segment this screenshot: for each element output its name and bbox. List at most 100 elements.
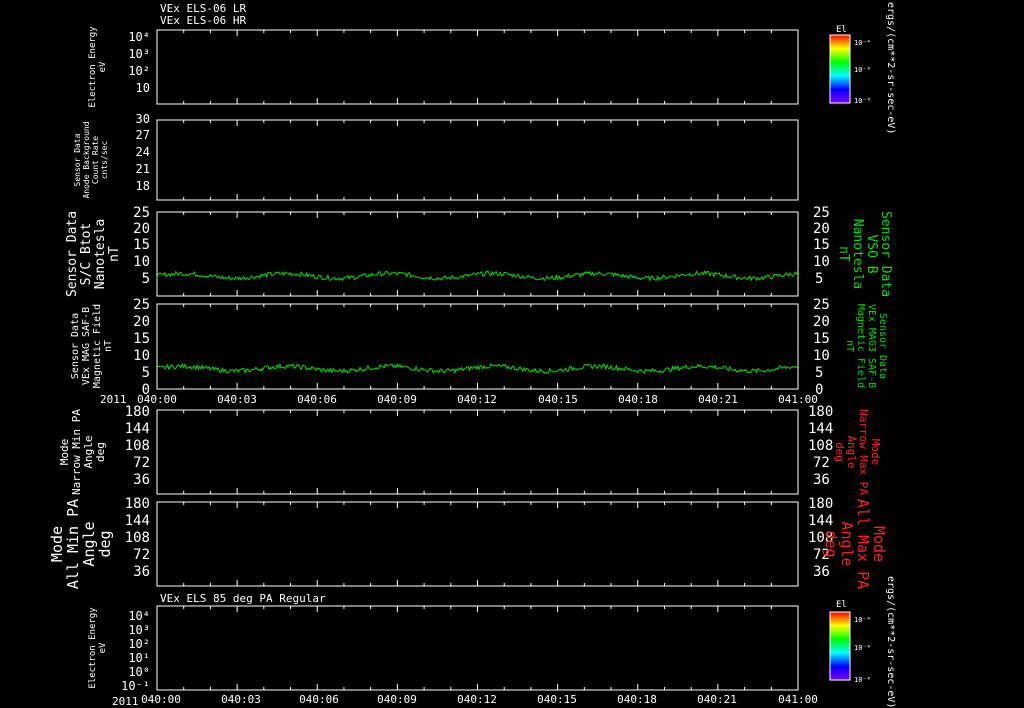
xtick-label: 040:03 bbox=[217, 393, 257, 406]
panel-5-ytick-label: 180 bbox=[125, 404, 150, 420]
panel-3-ylabel-line1: Sensor Data bbox=[65, 211, 80, 297]
panel-2-ylabel-line4: cnts/sec bbox=[100, 141, 109, 180]
panel-1-ytick-label: 10² bbox=[128, 64, 150, 78]
panel-4-y-ticks-right: 0 5 10 15 20 25 bbox=[813, 297, 830, 398]
panel-2-ytick-label: 27 bbox=[136, 128, 150, 142]
panel-4-ytick-label: 20 bbox=[133, 314, 150, 330]
panel-4-ytick-label: 5 bbox=[142, 365, 150, 381]
panel-3-ytick-right: 15 bbox=[813, 237, 830, 253]
panel-1-ytick-label: 10⁴ bbox=[128, 30, 150, 44]
panel-3-ylabel-right-line2: VSO B bbox=[864, 234, 879, 273]
panel-5-ytick-right: 144 bbox=[808, 421, 833, 437]
panel-2-ytick-label: 24 bbox=[136, 145, 150, 159]
xtick-label: 040:21 bbox=[697, 693, 737, 706]
panel-4-frame bbox=[156, 303, 799, 390]
panel-3-ytick-label: 15 bbox=[133, 237, 150, 253]
panel-3-ytick-label: 25 bbox=[133, 205, 150, 221]
panel-4-ylabel-right-line1: Sensor Data bbox=[877, 313, 888, 379]
panel-6-ytick-label: 72 bbox=[133, 547, 150, 563]
panel-3-ylabel-right: Sensor Data VSO B Nanotesla nT bbox=[836, 211, 893, 297]
colorbar-bottom-title: El bbox=[836, 600, 847, 610]
panel-7-ylabel-line1: Electron Energy bbox=[88, 607, 98, 689]
panel-2-ylabel-line3: Count Rate bbox=[91, 136, 100, 184]
panel-4-ylabel-right-line4: nT bbox=[844, 340, 855, 352]
year-label-bottom: 2011 bbox=[112, 695, 139, 708]
panel-1-ylabel: Electron Energy eV bbox=[88, 26, 108, 108]
x-ticks-middle: 040:00 040:03 040:06 040:09 040:12 040:1… bbox=[137, 393, 818, 406]
magnetic-field-line bbox=[156, 362, 799, 375]
panel-3-ytick-label: 20 bbox=[133, 221, 150, 237]
panel-4-ylabel: Sensor Data VEx MAG SAF-B Magnetic Field… bbox=[70, 304, 114, 388]
panel-7-ytick-label: 10⁰ bbox=[128, 665, 150, 679]
colorbar-bottom-label-high: 10⁻⁴ bbox=[854, 616, 871, 624]
panel-6-ytick-label: 36 bbox=[133, 564, 150, 580]
panel-5-y-ticks-left: 36 72 108 144 180 bbox=[125, 404, 150, 488]
panel-5-y-ticks-right: 36 72 108 144 180 bbox=[808, 404, 833, 488]
panel-3-ytick-label: 5 bbox=[142, 271, 150, 287]
panel-5-frame bbox=[156, 409, 799, 495]
panel-4-ytick-label: 15 bbox=[133, 331, 150, 347]
panel-1-frame bbox=[156, 29, 799, 105]
panel-7-frame bbox=[156, 605, 799, 691]
panel-1-ytick-label: 10 bbox=[136, 81, 150, 95]
panel-4-ylabel-line4: nT bbox=[103, 340, 114, 352]
xtick-label: 040:06 bbox=[297, 393, 337, 406]
panel-5-ytick-label: 108 bbox=[125, 438, 150, 454]
panel-1-ytick-label: 10³ bbox=[128, 47, 150, 61]
panel-5-ytick-label: 36 bbox=[133, 472, 150, 488]
xtick-label: 040:15 bbox=[537, 693, 577, 706]
x-ticks-bottom: 040:00 040:03 040:06 040:09 040:12 040:1… bbox=[141, 693, 818, 706]
panel-4-ylabel-right-line3: Magnetic Field bbox=[855, 304, 866, 388]
panel-4-ytick-label: 25 bbox=[133, 297, 150, 313]
panel-4-ytick-right: 20 bbox=[813, 314, 830, 330]
panel-2-y-ticks: 18 21 24 27 30 bbox=[136, 112, 150, 193]
panel-3-ylabel-right-line3: Nanotesla bbox=[850, 219, 865, 289]
panel-4-ytick-right: 10 bbox=[813, 348, 830, 364]
panel-6-ytick-right: 144 bbox=[808, 513, 833, 529]
panel-2-ytick-label: 21 bbox=[136, 162, 150, 176]
panel-7-ytick-label: 10⁴ bbox=[128, 609, 150, 623]
panel-1-y-ticks: 10 10² 10³ 10⁴ bbox=[128, 30, 150, 95]
xtick-label: 040:00 bbox=[141, 693, 181, 706]
plot-canvas: VEx ELS-06 LR VEx ELS-06 HR Electron Ene… bbox=[48, 2, 896, 708]
panel-3-ytick-label: 10 bbox=[133, 254, 150, 270]
panel-4-ylabel-line1: Sensor Data bbox=[70, 313, 81, 379]
panel-5-ytick-right: 36 bbox=[813, 472, 830, 488]
panel-5-ylabel-line4: deg bbox=[94, 442, 107, 462]
panel-4-ytick-label: 10 bbox=[133, 348, 150, 364]
panel-3-ylabel-right-line4: nT bbox=[836, 246, 851, 262]
colorbar-top-label-high: 10⁻⁴ bbox=[854, 39, 871, 47]
panel-2-ytick-label: 30 bbox=[136, 112, 150, 126]
panel-5-ytick-right: 108 bbox=[808, 438, 833, 454]
xtick-label: 040:09 bbox=[377, 393, 417, 406]
xtick-label: 041:00 bbox=[778, 693, 818, 706]
panel-5-ytick-right: 180 bbox=[808, 404, 833, 420]
panel-3-ylabel-right-line1: Sensor Data bbox=[878, 211, 893, 297]
panel-4-ylabel-right: Sensor Data VEx MAG3 SAF-B Magnetic Fiel… bbox=[844, 304, 888, 388]
xtick-label: 040:18 bbox=[617, 693, 657, 706]
panel-7-ylabel-line2: eV bbox=[98, 642, 108, 653]
panel-2-ylabel: Sensor Data Anode Background Count Rate … bbox=[73, 121, 109, 198]
xtick-label: 040:03 bbox=[221, 693, 261, 706]
panel-2-ytick-label: 18 bbox=[136, 179, 150, 193]
xtick-label: 040:18 bbox=[618, 393, 658, 406]
colorbar-top-label-mid: 10⁻⁶ bbox=[854, 66, 871, 74]
panel-7-title: VEx ELS 85 deg PA Regular bbox=[160, 592, 326, 605]
panel-4-ylabel-right-line2: VEx MAG3 SAF-B bbox=[866, 304, 877, 388]
panel-4-ylabel-line2: VEx MAG SAF-B bbox=[81, 307, 92, 385]
panel-7-ytick-label: 10³ bbox=[128, 623, 150, 637]
panel-2-ylabel-line2: Anode Background bbox=[82, 121, 91, 198]
panel-6-ylabel-right-line4: deg bbox=[822, 530, 840, 557]
panel-7-ytick-label: 10¹ bbox=[128, 651, 150, 665]
header-line2: VEx ELS-06 HR bbox=[160, 14, 246, 27]
colorbar-bottom-label-mid: 10⁻⁶ bbox=[854, 644, 871, 652]
panel-7-y-ticks: 10⁻¹ 10⁰ 10¹ 10² 10³ 10⁴ bbox=[121, 609, 150, 693]
panel-4-ytick-right: 25 bbox=[813, 297, 830, 313]
colorbar-top-title: El bbox=[836, 25, 847, 35]
colorbar-bottom bbox=[829, 611, 851, 681]
panel-2-frame bbox=[156, 119, 799, 201]
panel-7-ytick-label: 10² bbox=[128, 637, 150, 651]
panel-3-ytick-right: 25 bbox=[813, 205, 830, 221]
colorbar-top bbox=[829, 34, 851, 104]
panel-6-ytick-label: 180 bbox=[125, 496, 150, 512]
